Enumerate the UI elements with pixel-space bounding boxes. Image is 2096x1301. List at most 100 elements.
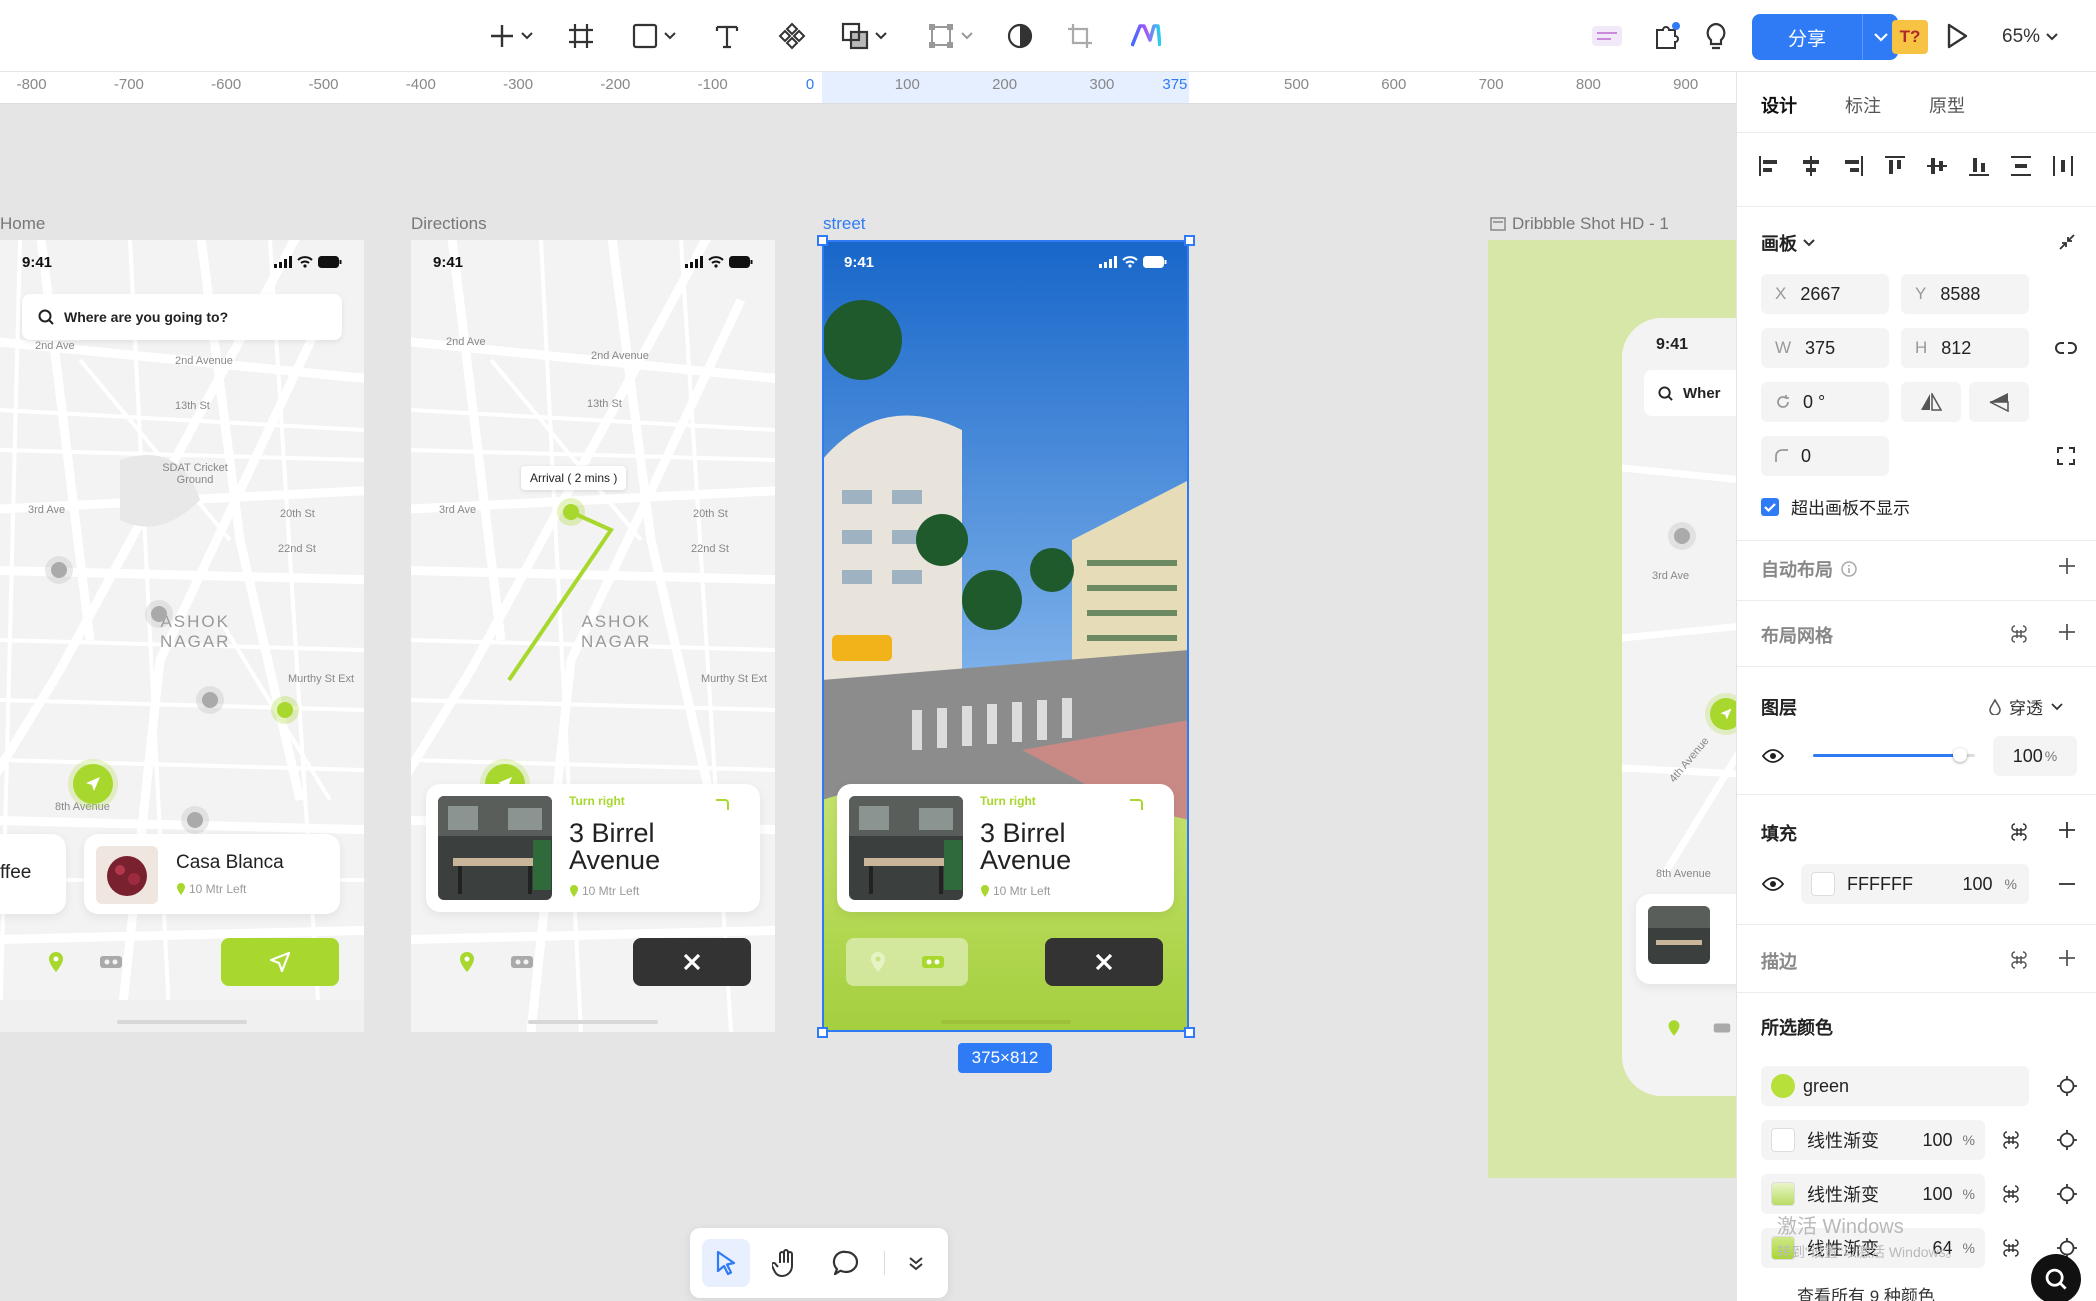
search-input[interactable]: Wher <box>1644 370 1736 416</box>
plugins-button[interactable] <box>1652 14 1682 58</box>
shape-tool-button[interactable] <box>626 14 682 58</box>
component-tool-button[interactable] <box>776 14 808 58</box>
map-poi-dot[interactable] <box>277 702 293 718</box>
selected-color-row[interactable]: 线性渐变 100 % <box>1761 1174 1985 1214</box>
color-swatch[interactable] <box>1771 1128 1795 1152</box>
boolean-tool-button[interactable] <box>836 14 892 58</box>
frame-directions[interactable]: 9:41 2nd Ave 2nd Avenue 13th St 3rd Ave … <box>411 240 775 1032</box>
crop-tool-button[interactable] <box>1066 14 1094 58</box>
fill-styles-button[interactable] <box>2007 820 2031 844</box>
place-card[interactable]: Casa Blanca 10 Mtr Left <box>84 834 340 914</box>
color-style-button[interactable] <box>1999 1236 2023 1260</box>
search-input[interactable]: Where are you going to? <box>22 294 342 340</box>
fill-hex-value[interactable]: FFFFFF <box>1847 874 1913 895</box>
corner-radius-field[interactable]: 0 <box>1761 436 1889 476</box>
independent-corners-button[interactable] <box>2053 444 2079 468</box>
search-fab-button[interactable] <box>2031 1254 2081 1301</box>
resize-handle-top-left[interactable] <box>817 235 828 246</box>
width-field[interactable]: W 375 <box>1761 328 1889 368</box>
vr-view-button[interactable] <box>920 950 946 974</box>
opacity-field[interactable]: 100% <box>1993 736 2077 776</box>
flip-vertical-button[interactable] <box>1969 382 2029 422</box>
fill-visibility-toggle[interactable] <box>1759 872 1787 896</box>
align-top-button[interactable] <box>1881 152 1909 180</box>
vector-tool-button[interactable] <box>922 14 978 58</box>
add-tool-button[interactable] <box>476 14 546 58</box>
frame-section-header[interactable]: 画板 <box>1761 230 1815 256</box>
present-button[interactable] <box>1944 14 1970 58</box>
map-poi-dot[interactable] <box>51 562 67 578</box>
constrain-proportions-button[interactable] <box>2053 336 2079 360</box>
close-navigation-button[interactable] <box>633 938 751 986</box>
color-swatch[interactable] <box>1771 1074 1795 1098</box>
add-stroke-button[interactable] <box>2055 946 2079 970</box>
direction-card[interactable]: Turn right 3 Birrel Avenue 10 Mtr Left <box>426 784 760 912</box>
map-poi-dot[interactable] <box>202 692 218 708</box>
align-h-center-button[interactable] <box>1797 152 1825 180</box>
place-card[interactable]: ffee <box>0 834 66 914</box>
frame-home[interactable]: 9:41 Where are you going to? 2nd Ave 2nd… <box>0 240 364 1032</box>
align-left-button[interactable] <box>1755 152 1783 180</box>
height-field[interactable]: H 812 <box>1901 328 2029 368</box>
add-layout-grid-button[interactable] <box>2055 620 2079 644</box>
map-poi-dot[interactable] <box>187 812 203 828</box>
resize-handle-bottom-left[interactable] <box>817 1027 828 1038</box>
mask-tool-button[interactable] <box>1006 14 1034 58</box>
select-color-button[interactable] <box>2055 1182 2079 1206</box>
frame-label-street[interactable]: street <box>823 214 866 234</box>
hand-tool-button[interactable] <box>762 1239 810 1287</box>
vr-view-button[interactable] <box>1712 1018 1732 1038</box>
resize-handle-top-right[interactable] <box>1184 235 1195 246</box>
direction-card[interactable]: Turn right 3 Birrel Avenue 10 Mtr Left <box>837 784 1174 912</box>
color-swatch[interactable] <box>1771 1182 1795 1206</box>
collapse-button[interactable] <box>2055 230 2079 254</box>
plugin-badge-button[interactable]: T? <box>1892 20 1928 54</box>
align-v-center-button[interactable] <box>1923 152 1951 180</box>
y-position-field[interactable]: Y 8588 <box>1901 274 2029 314</box>
tab-prototype[interactable]: 原型 <box>1929 92 1965 118</box>
frame-street[interactable]: 9:41 Turn right 3 Birrel Avenue 10 Mtr Le… <box>822 240 1189 1032</box>
frame-label-dribbble[interactable]: Dribbble Shot HD - 1 <box>1490 214 1669 234</box>
selected-color-row[interactable]: 线性渐变 100 % <box>1761 1120 1985 1160</box>
vr-view-button[interactable] <box>509 950 535 974</box>
comment-tool-button[interactable] <box>822 1239 870 1287</box>
resize-handle-bottom-right[interactable] <box>1184 1027 1195 1038</box>
x-position-field[interactable]: X 2667 <box>1761 274 1889 314</box>
map-pin-button[interactable] <box>866 950 890 974</box>
fill-swatch[interactable] <box>1811 872 1835 896</box>
frame-label-directions[interactable]: Directions <box>411 214 487 234</box>
layer-visibility-toggle[interactable] <box>1759 744 1787 768</box>
flip-horizontal-button[interactable] <box>1901 382 1961 422</box>
distribute-vertical-button[interactable] <box>2007 152 2035 180</box>
opacity-slider-thumb[interactable] <box>1953 748 1968 762</box>
tab-design[interactable]: 设计 <box>1761 92 1797 118</box>
add-auto-layout-button[interactable] <box>2055 554 2079 578</box>
ai-tool-button[interactable] <box>1130 14 1162 58</box>
select-color-button[interactable] <box>2055 1074 2079 1098</box>
align-right-button[interactable] <box>1839 152 1867 180</box>
close-navigation-button[interactable] <box>1045 938 1163 986</box>
move-tool-button[interactable] <box>702 1239 750 1287</box>
map-pin-button[interactable] <box>455 950 479 974</box>
plugin-icon-button[interactable] <box>1590 14 1624 58</box>
see-all-colors-link[interactable]: 查看所有 9 种颜色 <box>1797 1282 1935 1301</box>
map-pin-button[interactable] <box>44 950 68 974</box>
frame-label-home[interactable]: Home <box>0 214 45 234</box>
stroke-styles-button[interactable] <box>2007 948 2031 972</box>
clip-content-checkbox[interactable]: 超出画板不显示 <box>1761 494 1910 519</box>
add-fill-button[interactable] <box>2055 818 2079 842</box>
select-color-button[interactable] <box>2055 1128 2079 1152</box>
vr-view-button[interactable] <box>98 950 124 974</box>
map-pin-button[interactable] <box>1664 1018 1684 1038</box>
tab-inspect[interactable]: 标注 <box>1845 92 1881 118</box>
distribute-horizontal-button[interactable] <box>2049 152 2077 180</box>
frame-dribbble-shot[interactable]: 9:41 Wher 3rd Ave 4th Avenue 8th Avenue <box>1488 240 1736 1178</box>
destination-dot[interactable] <box>563 504 579 520</box>
rotation-field[interactable]: 0 ° <box>1761 382 1889 422</box>
zoom-dropdown[interactable]: 65% <box>2002 18 2058 56</box>
color-style-button[interactable] <box>1999 1128 2023 1152</box>
opacity-slider[interactable] <box>1813 748 1975 762</box>
grid-styles-button[interactable] <box>2007 622 2031 646</box>
frame-tool-button[interactable] <box>566 14 596 58</box>
remove-fill-button[interactable] <box>2055 872 2079 896</box>
